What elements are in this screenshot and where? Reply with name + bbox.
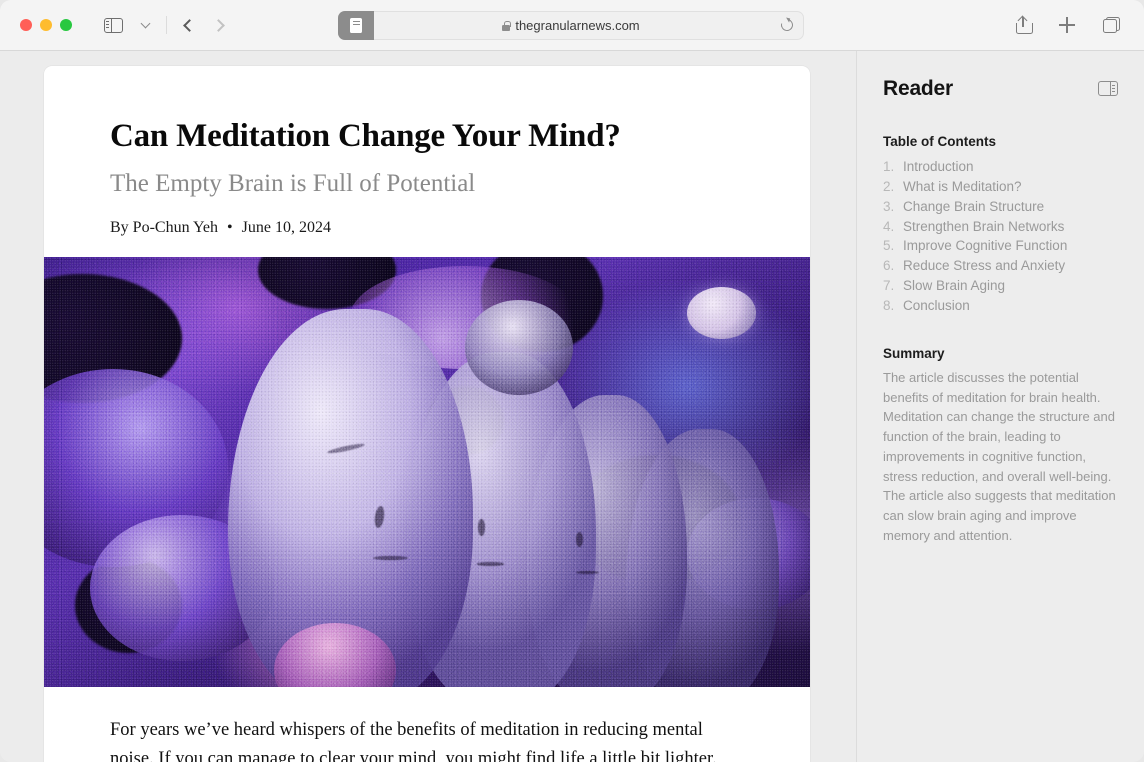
reader-mode-button[interactable] (338, 11, 374, 40)
reader-sidebar: Reader Table of Contents 1. Introduction… (856, 51, 1144, 762)
article-paragraph: For years we’ve heard whispers of the be… (110, 720, 717, 762)
toc-item[interactable]: 1. Introduction (883, 157, 1118, 177)
toc-item[interactable]: 3. Change Brain Structure (883, 197, 1118, 217)
toolbar-divider (166, 16, 167, 34)
toc-item[interactable]: 8. Conclusion (883, 296, 1118, 316)
lock-icon (502, 20, 511, 31)
window-controls (20, 19, 72, 31)
forward-button[interactable] (205, 12, 235, 38)
toc-item-number: 5. (883, 238, 895, 254)
chevron-right-icon (212, 18, 225, 32)
back-button[interactable] (173, 12, 203, 38)
page-content-area: Can Meditation Change Your Mind? The Emp… (0, 51, 856, 762)
tab-overview-icon (1102, 17, 1120, 33)
tab-overview-button[interactable] (1096, 12, 1126, 38)
share-button[interactable] (1008, 12, 1038, 38)
plus-icon (1059, 17, 1075, 33)
url-text: thegranularnews.com (515, 18, 640, 33)
browser-window: thegranularnews.com Can Meditation Chang… (0, 0, 1144, 762)
address-bar[interactable]: thegranularnews.com (338, 11, 804, 40)
toc-item[interactable]: 4. Strengthen Brain Networks (883, 217, 1118, 237)
toc-item-number: 1. (883, 159, 895, 174)
toc-item-label: Reduce Stress and Anxiety (903, 258, 1066, 274)
reader-sidebar-header: Reader (883, 77, 1118, 101)
toc-item-number: 8. (883, 297, 895, 313)
toc-item-label: Strengthen Brain Networks (903, 218, 1065, 234)
reader-article-card: Can Meditation Change Your Mind? The Emp… (44, 66, 810, 762)
article-hero-image (44, 257, 810, 687)
article-byline: By Po-Chun Yeh • June 10, 2024 (110, 219, 744, 237)
toolbar-nav-group (98, 12, 235, 38)
share-icon (1015, 15, 1033, 34)
toc-item-number: 4. (883, 218, 895, 234)
toc-item-number: 3. (883, 198, 895, 214)
article-title: Can Meditation Change Your Mind? (110, 118, 621, 154)
byline-author: By Po-Chun Yeh (110, 218, 219, 236)
maximize-button[interactable] (60, 19, 72, 31)
toc-item-number: 7. (883, 278, 895, 294)
article-subtitle: The Empty Brain is Full of Potential (110, 169, 476, 197)
sidebar-toggle-button[interactable] (98, 12, 128, 38)
share-arrow-glyph (1017, 15, 1028, 25)
url-input[interactable]: thegranularnews.com (338, 11, 804, 40)
toc-item-label: Slow Brain Aging (903, 278, 1006, 294)
article-body: For years we’ve heard whispers of the be… (44, 687, 810, 762)
reader-document-icon (350, 18, 362, 33)
toc-heading: Table of Contents (883, 134, 996, 149)
toc-item-label: Improve Cognitive Function (903, 238, 1068, 254)
toc-item[interactable]: 5. Improve Cognitive Function (883, 236, 1118, 256)
toc-item-label: What is Meditation? (903, 178, 1022, 194)
sidebar-dropdown-button[interactable] (130, 12, 160, 38)
summary-text: The article discusses the potential bene… (883, 369, 1116, 543)
article-header: Can Meditation Change Your Mind? The Emp… (44, 66, 810, 237)
toc-item-label: Introduction (903, 159, 974, 174)
minimize-button[interactable] (40, 19, 52, 31)
hero-grain-texture (44, 257, 810, 687)
reader-panel-toggle-button[interactable] (1098, 77, 1118, 96)
close-button[interactable] (20, 19, 32, 31)
toc-item-number: 6. (883, 258, 895, 274)
toc-item[interactable]: 6. Reduce Stress and Anxiety (883, 256, 1118, 276)
sidebar-icon (103, 17, 123, 33)
toc-item-label: Change Brain Structure (903, 198, 1045, 214)
toc-item-number: 2. (883, 178, 895, 194)
chevron-left-icon (183, 18, 196, 32)
byline-date: June 10, 2024 (241, 218, 331, 236)
reader-sidebar-title: Reader (883, 77, 954, 100)
new-tab-button[interactable] (1052, 12, 1082, 38)
toc-item-label: Conclusion (903, 297, 970, 313)
toolbar-actions (1008, 12, 1126, 38)
byline-separator: • (227, 218, 233, 236)
toc-item[interactable]: 2. What is Meditation? (883, 177, 1118, 197)
table-of-contents-list: 1. Introduction 2. What is Meditation? 3… (883, 157, 1118, 316)
toc-item[interactable]: 7. Slow Brain Aging (883, 276, 1118, 296)
summary-heading: Summary (883, 345, 945, 361)
chevron-down-icon (140, 18, 150, 28)
browser-toolbar: thegranularnews.com (0, 0, 1144, 51)
reader-panel-icon (1098, 81, 1118, 96)
